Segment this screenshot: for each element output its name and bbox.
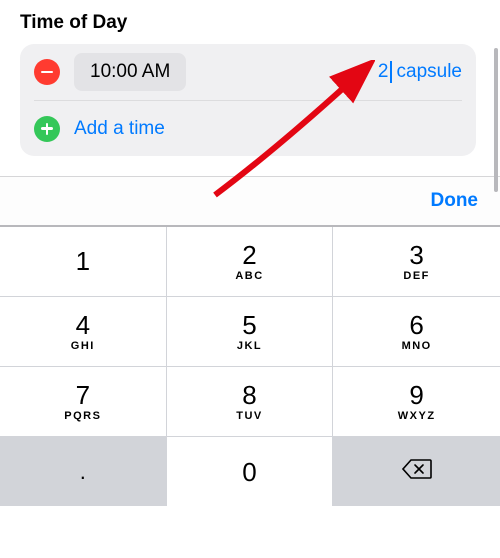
done-button[interactable]: Done (431, 190, 479, 212)
add-icon[interactable] (34, 116, 60, 142)
time-entry-row: 10:00 AM 2 capsule (34, 44, 462, 100)
key-0[interactable]: 0 (167, 437, 334, 506)
key-5[interactable]: 5JKL (167, 297, 334, 366)
key-2[interactable]: 2ABC (167, 227, 334, 296)
time-card: 10:00 AM 2 capsule Add a time (20, 44, 476, 156)
quantity-input[interactable]: 2 (378, 61, 392, 83)
remove-icon[interactable] (34, 59, 60, 85)
keyboard-accessory: Done (0, 176, 500, 226)
unit-label[interactable]: capsule (397, 61, 463, 83)
key-9[interactable]: 9WXYZ (333, 367, 500, 436)
key-backspace[interactable] (333, 437, 500, 506)
key-8[interactable]: 8TUV (167, 367, 334, 436)
scroll-indicator (494, 48, 498, 192)
backspace-icon (402, 458, 432, 485)
key-4[interactable]: 4GHI (0, 297, 167, 366)
time-value[interactable]: 10:00 AM (74, 53, 186, 91)
numeric-keypad: 1 2ABC 3DEF 4GHI 5JKL 6MNO 7PQRS 8TUV 9W… (0, 226, 500, 506)
add-time-row[interactable]: Add a time (34, 100, 462, 156)
key-6[interactable]: 6MNO (333, 297, 500, 366)
section-title: Time of Day (20, 12, 480, 34)
add-time-label: Add a time (74, 118, 165, 140)
key-dot[interactable]: . (0, 437, 167, 506)
key-7[interactable]: 7PQRS (0, 367, 167, 436)
key-3[interactable]: 3DEF (333, 227, 500, 296)
key-1[interactable]: 1 (0, 227, 167, 296)
